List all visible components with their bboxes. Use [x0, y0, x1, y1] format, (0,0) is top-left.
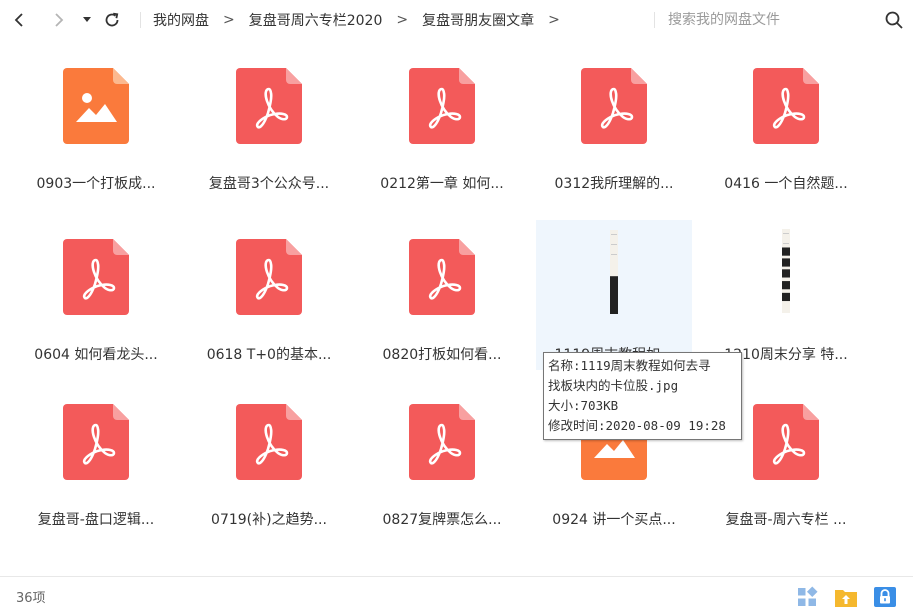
breadcrumb-item-column[interactable]: 复盘哥周六专栏2020	[249, 10, 383, 30]
file-name: 0903一个打板成...	[36, 176, 156, 192]
file-item[interactable]: 0312我所理解的...	[536, 48, 692, 208]
pdf-file-icon	[236, 68, 302, 144]
file-item[interactable]: 0604 如何看龙头...	[18, 219, 174, 379]
pdf-file-icon	[236, 404, 302, 480]
upload-button[interactable]	[834, 586, 858, 608]
toolbar: 我的网盘 > 复盘哥周六专栏2020 > 复盘哥朋友圈文章 >	[0, 0, 913, 40]
file-item[interactable]: 0827复牌票怎么...	[364, 384, 520, 544]
history-dropdown-icon	[83, 17, 91, 22]
file-icon-wrapper	[536, 230, 692, 330]
file-name: 复盘哥-周六专栏 ...	[725, 512, 847, 528]
pdf-file-icon	[409, 68, 475, 144]
file-name: 0827复牌票怎么...	[382, 512, 502, 528]
breadcrumb-divider	[140, 12, 141, 28]
search-divider	[654, 12, 655, 28]
pdf-file-icon	[236, 239, 302, 315]
pdf-file-icon	[753, 404, 819, 480]
search-input[interactable]	[668, 8, 873, 32]
item-count: 36项	[16, 591, 46, 606]
file-name: 0416 一个自然题...	[724, 176, 848, 192]
file-icon-wrapper	[364, 68, 520, 152]
pdf-file-icon	[753, 68, 819, 144]
file-item[interactable]: 0820打板如何看...	[364, 219, 520, 379]
file-item[interactable]: 0416 一个自然题...	[708, 48, 864, 208]
file-icon-wrapper	[191, 239, 347, 323]
file-icon-wrapper	[536, 68, 692, 152]
refresh-icon	[105, 12, 119, 27]
file-name: 复盘哥-盘口逻辑...	[37, 512, 155, 528]
pdf-file-icon	[63, 404, 129, 480]
search-button[interactable]	[884, 10, 904, 30]
image-thumbnail-icon	[782, 229, 790, 313]
file-tooltip: 名称:1119周末教程如何去寻 找板块内的卡位股.jpg 大小:703KB 修改…	[543, 352, 742, 440]
pdf-file-icon	[581, 68, 647, 144]
file-name: 0719(补)之趋势...	[211, 512, 327, 528]
image-file-icon	[63, 68, 129, 144]
file-item[interactable]: 复盘哥3个公众号...	[191, 48, 347, 208]
file-name: 0924 讲一个买点...	[552, 512, 676, 528]
tooltip-name-line1: 名称:1119周末教程如何去寻	[548, 358, 711, 373]
file-icon-wrapper	[191, 68, 347, 152]
file-icon-wrapper	[708, 229, 864, 329]
breadcrumb: 我的网盘 > 复盘哥周六专栏2020 > 复盘哥朋友圈文章 >	[140, 0, 574, 40]
file-icon-wrapper	[364, 404, 520, 488]
breadcrumb-separator: >	[223, 12, 235, 28]
breadcrumb-separator: >	[396, 12, 409, 28]
file-icon-wrapper	[18, 239, 174, 323]
back-button[interactable]	[8, 8, 30, 32]
file-item[interactable]: 0212第一章 如何...	[364, 48, 520, 208]
tooltip-name-line2: 找板块内的卡位股.jpg	[548, 378, 679, 393]
file-item[interactable]: 0618 T+0的基本...	[191, 219, 347, 379]
upload-folder-icon	[835, 590, 857, 607]
pdf-file-icon	[63, 239, 129, 315]
image-thumbnail-icon	[610, 230, 618, 314]
file-item[interactable]: 0903一个打板成...	[18, 48, 174, 208]
back-arrow-icon	[14, 13, 23, 27]
forward-button[interactable]	[48, 8, 70, 32]
file-icon-wrapper	[364, 239, 520, 323]
pdf-file-icon	[409, 404, 475, 480]
file-name: 0312我所理解的...	[554, 176, 674, 192]
history-dropdown-button[interactable]	[80, 8, 94, 32]
file-item[interactable]: 0719(补)之趋势...	[191, 384, 347, 544]
status-bar: 36项	[0, 576, 913, 609]
search-icon	[885, 11, 903, 29]
breadcrumb-item-current[interactable]: 复盘哥朋友圈文章	[422, 10, 534, 30]
file-name: 0618 T+0的基本...	[206, 347, 332, 363]
file-name: 复盘哥3个公众号...	[208, 176, 330, 192]
forward-arrow-icon	[55, 13, 64, 27]
file-item[interactable]: 复盘哥-盘口逻辑...	[18, 384, 174, 544]
refresh-button[interactable]	[101, 8, 123, 32]
grid-view-icon	[798, 586, 818, 606]
tooltip-modified: 修改时间:2020-08-09 19:28	[548, 418, 726, 433]
file-icon-wrapper	[708, 68, 864, 152]
breadcrumb-separator[interactable]: >	[548, 12, 560, 28]
file-icon-wrapper	[18, 404, 174, 488]
safe-box-lock-icon	[874, 587, 896, 607]
file-icon-wrapper	[191, 404, 347, 488]
view-toggle-button[interactable]	[796, 586, 820, 608]
file-name: 0212第一章 如何...	[380, 176, 504, 192]
breadcrumb-item-root[interactable]: 我的网盘	[153, 10, 209, 30]
pdf-file-icon	[409, 239, 475, 315]
safe-box-button[interactable]	[873, 586, 897, 608]
file-name: 0604 如何看龙头...	[34, 347, 158, 363]
file-icon-wrapper	[18, 68, 174, 152]
tooltip-size: 大小:703KB	[548, 398, 619, 413]
file-item[interactable]: 1119周末教程如...	[536, 220, 692, 370]
file-name: 0820打板如何看...	[382, 347, 502, 363]
